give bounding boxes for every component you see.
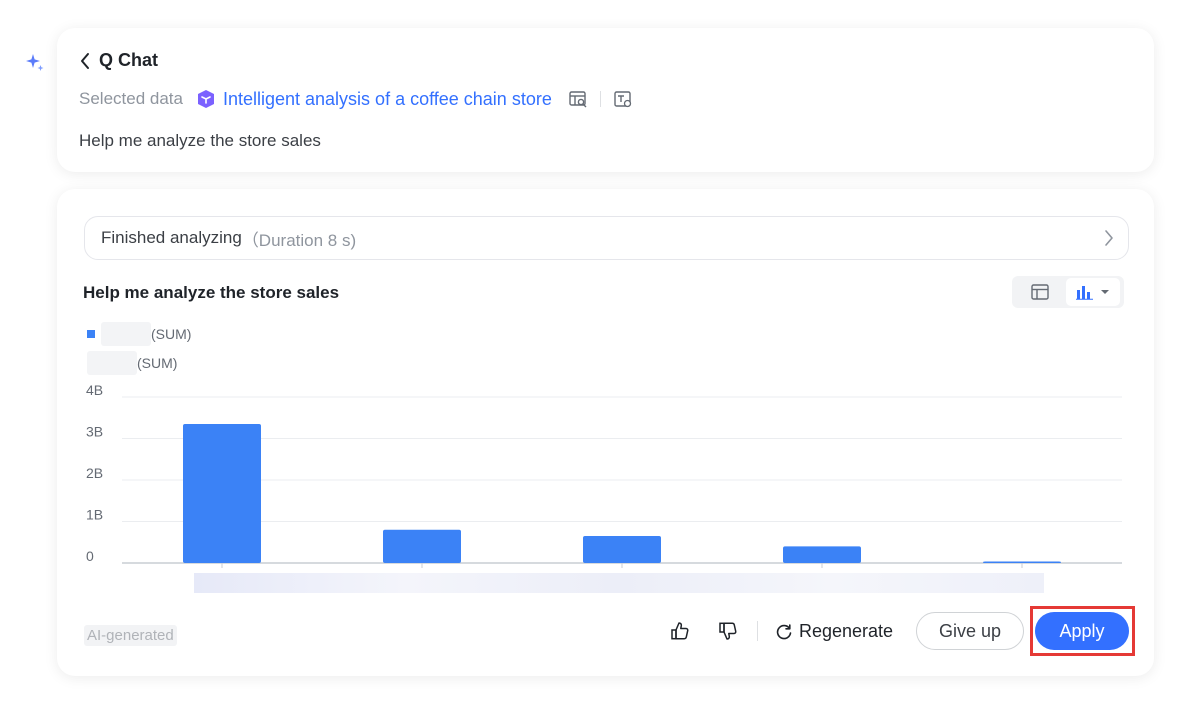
actions-divider [757,621,758,641]
bar-chart-icon [1076,286,1093,300]
bar[interactable] [183,423,261,563]
legend-series-2: (SUM) [87,351,177,375]
legend-label-blurred [87,351,137,375]
bar[interactable] [783,546,861,563]
selected-data-label: Selected data [79,89,183,108]
user-prompt: Help me analyze the store sales [79,131,321,150]
bar-chart: 0 1B 2B 3B 4B [86,382,1122,593]
caret-down-icon [1101,290,1109,294]
selected-data-row: Selected data Intelligent analysis of a … [79,88,633,110]
ai-generated-tag: AI-generated [84,625,177,646]
sparkle-icon [26,54,44,71]
dataset-name-link[interactable]: Intelligent analysis of a coffee chain s… [223,89,552,110]
back-button[interactable]: Q Chat [79,50,158,71]
view-toggle [1012,276,1124,308]
chart-view-button[interactable] [1066,278,1120,306]
legend-label-blurred [101,322,151,346]
y-tick-label: 0 [86,548,94,564]
refresh-icon [776,623,792,639]
query-card: Q Chat Selected data Intelligent analysi… [57,28,1154,172]
bar[interactable] [583,536,661,563]
back-title: Q Chat [99,50,159,70]
bar[interactable] [983,561,1061,564]
chart-title: Help me analyze the store sales [83,283,340,302]
status-duration: （Duration 8 s) [241,230,357,250]
bar[interactable] [383,529,461,563]
y-tick-label: 3B [86,424,103,440]
regenerate-button[interactable]: Regenerate [775,621,893,642]
give-up-button[interactable]: Give up [916,612,1024,650]
status-text: Finished analyzing [101,228,242,247]
dataset-icon [197,90,214,108]
legend-label-2: (SUM) [137,355,178,371]
apply-button[interactable]: Apply [1035,612,1129,650]
y-tick-label: 4B [86,382,103,398]
y-tick-label: 2B [86,465,103,481]
chevron-left-icon [81,52,89,69]
legend-swatch [87,330,95,338]
toolbar-divider [599,91,601,107]
y-tick-label: 1B [86,507,103,523]
x-category-labels-blurred [194,573,1044,593]
regenerate-label: Regenerate [799,621,894,641]
text-setting-icon[interactable] [613,89,633,109]
legend-series-1: (SUM) [87,322,191,346]
table-search-icon[interactable] [568,89,588,109]
analysis-status-bar[interactable]: Finished analyzing （Duration 8 s) [84,216,1129,260]
table-view-button[interactable] [1014,278,1066,306]
chevron-right-icon [1105,230,1113,246]
thumbs-up-icon[interactable] [669,620,691,642]
result-card: Finished analyzing （Duration 8 s) Help m… [57,189,1154,676]
legend-label-1: (SUM) [151,326,192,342]
thumbs-down-icon[interactable] [717,620,739,642]
table-view-icon [1031,284,1049,300]
